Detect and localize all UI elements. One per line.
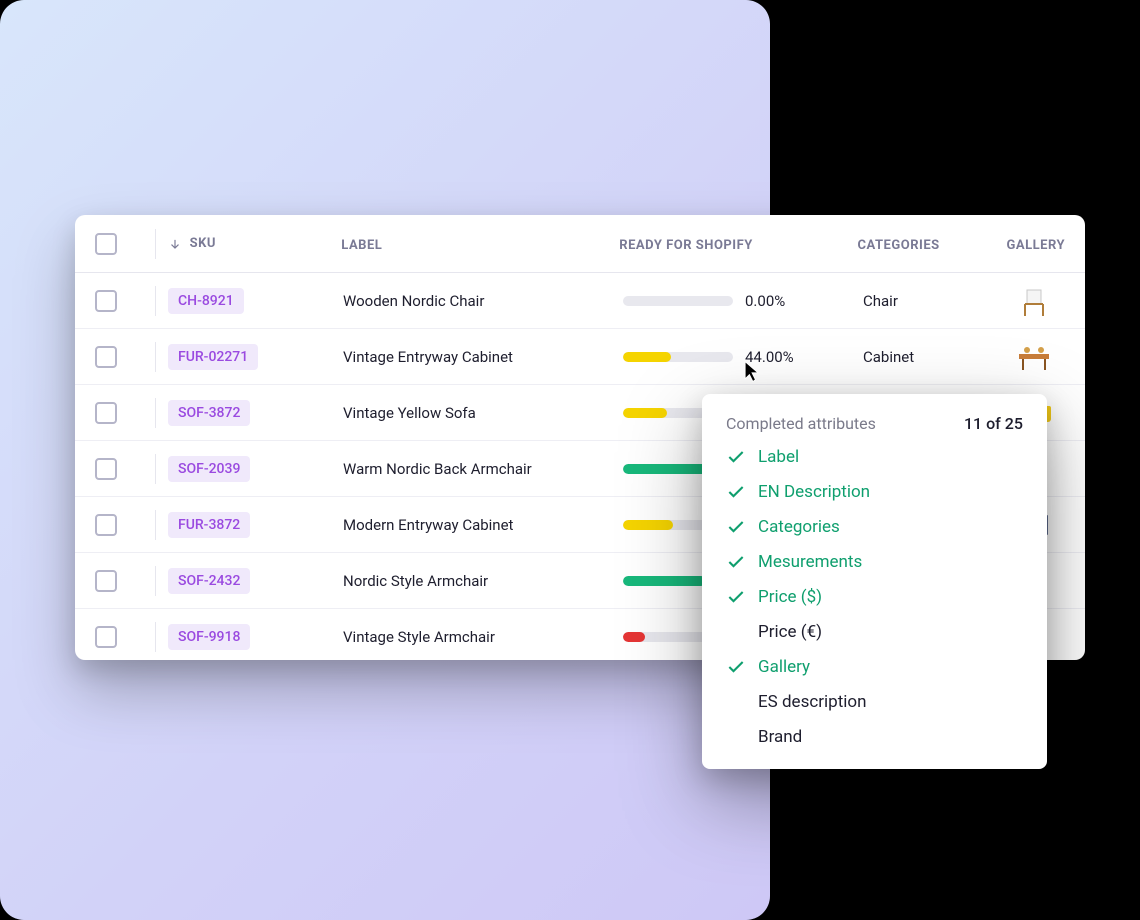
check-icon — [726, 552, 746, 572]
attribute-item: Label — [726, 447, 1023, 467]
check-icon — [726, 482, 746, 502]
attribute-item: Categories — [726, 517, 1023, 537]
category-text: Cabinet — [863, 348, 914, 366]
divider — [155, 229, 156, 259]
sku-badge[interactable]: SOF-3872 — [168, 400, 250, 426]
cursor-icon — [743, 360, 761, 384]
select-all-checkbox[interactable] — [95, 233, 117, 255]
divider — [155, 286, 156, 316]
popover-count: 11 of 25 — [964, 414, 1023, 433]
sku-badge[interactable]: FUR-3872 — [168, 512, 250, 538]
sku-badge[interactable]: SOF-2432 — [168, 568, 250, 594]
sort-arrow-down-icon[interactable] — [168, 237, 182, 251]
attribute-label: EN Description — [758, 482, 870, 502]
attribute-item: Price ($) — [726, 587, 1023, 607]
row-checkbox[interactable] — [95, 346, 117, 368]
divider — [155, 510, 156, 540]
header-label[interactable]: LABEL — [341, 238, 382, 253]
product-label: Vintage Style Armchair — [343, 628, 495, 646]
completed-attributes-popover: Completed attributes 11 of 25 Label EN De… — [702, 394, 1047, 769]
check-icon — [726, 447, 746, 467]
attribute-label: Categories — [758, 517, 840, 537]
sku-badge[interactable]: SOF-2039 — [168, 456, 250, 482]
check-icon — [726, 587, 746, 607]
divider — [155, 342, 156, 372]
table-row[interactable]: FUR-02271 Vintage Entryway Cabinet 44.00… — [75, 329, 1085, 385]
attribute-item: Brand — [726, 727, 1023, 747]
row-checkbox[interactable] — [95, 514, 117, 536]
product-label: Vintage Yellow Sofa — [343, 404, 476, 422]
product-label: Wooden Nordic Chair — [343, 292, 484, 310]
product-label: Nordic Style Armchair — [343, 572, 488, 590]
category-text: Chair — [863, 292, 898, 310]
product-thumbnail[interactable] — [1013, 284, 1055, 318]
divider — [155, 398, 156, 428]
attribute-label: ES description — [758, 692, 866, 712]
divider — [155, 622, 156, 652]
table-header: SKU LABEL READY FOR SHOPIFY CATEGORIES G… — [75, 215, 1085, 273]
attribute-item: EN Description — [726, 482, 1023, 502]
attribute-label: Label — [758, 447, 799, 467]
row-checkbox[interactable] — [95, 402, 117, 424]
attribute-item: Gallery — [726, 657, 1023, 677]
check-icon — [726, 517, 746, 537]
divider — [155, 454, 156, 484]
row-checkbox[interactable] — [95, 570, 117, 592]
attribute-item: Mesurements — [726, 552, 1023, 572]
popover-title: Completed attributes — [726, 414, 876, 433]
row-checkbox[interactable] — [95, 458, 117, 480]
product-label: Modern Entryway Cabinet — [343, 516, 513, 534]
header-categories[interactable]: CATEGORIES — [858, 238, 940, 253]
header-sku[interactable]: SKU — [190, 236, 216, 251]
table-row[interactable]: CH-8921 Wooden Nordic Chair 0.00% Chair — [75, 273, 1085, 329]
progress-bar — [623, 296, 733, 306]
header-ready[interactable]: READY FOR SHOPIFY — [619, 238, 753, 253]
sku-badge[interactable]: FUR-02271 — [168, 344, 258, 370]
row-checkbox[interactable] — [95, 290, 117, 312]
check-icon — [726, 657, 746, 677]
row-checkbox[interactable] — [95, 626, 117, 648]
product-label: Vintage Entryway Cabinet — [343, 348, 513, 366]
attribute-label: Price (€) — [758, 622, 822, 642]
progress-percent: 0.00% — [745, 292, 785, 310]
attribute-item: ES description — [726, 692, 1023, 712]
sku-badge[interactable]: SOF-9918 — [168, 624, 250, 650]
header-gallery[interactable]: GALLERY — [1006, 238, 1065, 253]
divider — [155, 566, 156, 596]
sku-badge[interactable]: CH-8921 — [168, 288, 244, 314]
product-thumbnail[interactable] — [1013, 340, 1055, 374]
attribute-label: Brand — [758, 727, 802, 747]
attribute-label: Mesurements — [758, 552, 862, 572]
attribute-label: Gallery — [758, 657, 810, 677]
attribute-label: Price ($) — [758, 587, 822, 607]
product-label: Warm Nordic Back Armchair — [343, 460, 532, 478]
progress-bar — [623, 352, 733, 362]
attribute-item: Price (€) — [726, 622, 1023, 642]
